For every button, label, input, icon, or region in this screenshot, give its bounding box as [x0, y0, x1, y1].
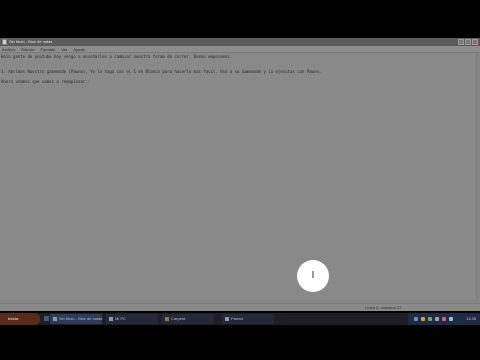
task-pawno[interactable]: Pawno — [222, 314, 274, 324]
system-tray: 13:35 — [408, 313, 480, 325]
editor-line: 1. Abrimos Nuestro gamemode (Pawno), Yo … — [1, 69, 322, 74]
cursor-highlight: Ι — [297, 260, 329, 292]
computer-icon — [109, 317, 113, 321]
close-icon[interactable] — [472, 39, 478, 45]
window-controls — [458, 39, 478, 45]
menu-bar: Archivo Edición Formato Ver Ayuda — [0, 46, 480, 53]
status-bar: Línea 5, columna 37 — [0, 303, 480, 311]
task-label: Pawno — [231, 316, 244, 321]
vertical-scrollbar[interactable] — [476, 53, 480, 299]
minimize-icon[interactable] — [458, 39, 464, 45]
task-label: Sin título - Bloc de notas — [59, 316, 103, 321]
task-folder[interactable]: Carpeta — [162, 314, 214, 324]
menu-edicion[interactable]: Edición — [21, 46, 34, 52]
text-cursor-icon: Ι — [311, 270, 315, 281]
antivirus-icon[interactable] — [442, 317, 446, 321]
notepad-icon — [2, 39, 7, 45]
window-title: Sin título - Bloc de notas — [9, 39, 53, 44]
text-editor[interactable]: Hola gente de youtube hoy vengo a enseña… — [0, 53, 476, 299]
folder-icon — [165, 317, 169, 321]
task-label: Carpeta — [171, 316, 186, 321]
volume-icon[interactable] — [421, 317, 425, 321]
taskbar: inicio Sin título - Bloc de notas Mi PC … — [0, 313, 480, 325]
editor-line: Ahora veamos que vamos a reemplazar:: — [1, 79, 91, 84]
start-button[interactable]: inicio — [0, 313, 40, 325]
notepad-icon — [53, 317, 57, 321]
title-bar[interactable]: Sin título - Bloc de notas — [0, 38, 480, 46]
security-icon[interactable] — [428, 317, 432, 321]
task-label: Mi PC — [115, 316, 126, 321]
pawno-icon — [225, 317, 229, 321]
cursor-position: Línea 5, columna 37 — [365, 305, 402, 310]
editor-line: Hola gente de youtube hoy vengo a enseña… — [1, 54, 233, 59]
menu-archivo[interactable]: Archivo — [2, 46, 15, 52]
notepad-window: Sin título - Bloc de notas Archivo Edici… — [0, 38, 480, 311]
menu-ayuda[interactable]: Ayuda — [73, 46, 84, 52]
menu-ver[interactable]: Ver — [61, 46, 67, 52]
update-icon[interactable] — [449, 317, 453, 321]
task-notepad[interactable]: Sin título - Bloc de notas — [50, 314, 102, 324]
desktop: Sin título - Bloc de notas Archivo Edici… — [0, 0, 480, 360]
maximize-icon[interactable] — [465, 39, 471, 45]
task-my-computer[interactable]: Mi PC — [106, 314, 158, 324]
menu-formato[interactable]: Formato — [40, 46, 55, 52]
network-icon[interactable] — [414, 317, 418, 321]
messenger-icon[interactable] — [435, 317, 439, 321]
quick-launch-icon[interactable] — [44, 316, 49, 321]
start-label: inicio — [8, 316, 19, 321]
clock[interactable]: 13:35 — [466, 313, 476, 325]
